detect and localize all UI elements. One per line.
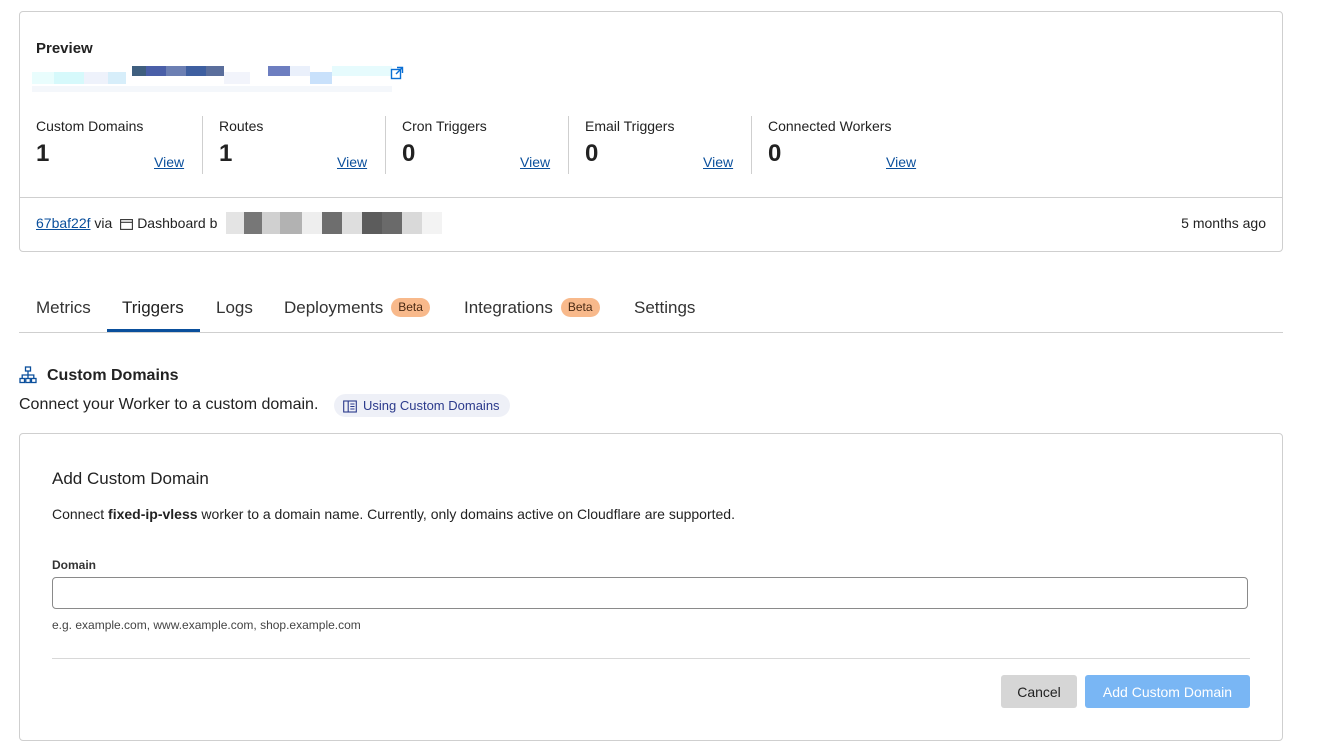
- stat-divider: [385, 116, 386, 174]
- worker-summary-card: Preview Custom Domains 1 View Routes 1 V…: [19, 11, 1283, 252]
- add-custom-domain-form: Add Custom Domain Connect fixed-ip-vless…: [19, 433, 1283, 741]
- stat-label: Cron Triggers: [402, 118, 487, 134]
- form-description: Connect fixed-ip-vless worker to a domai…: [52, 506, 735, 522]
- tab-settings[interactable]: Settings: [634, 286, 695, 331]
- section-title-text: Custom Domains: [47, 367, 179, 384]
- tab-integrations[interactable]: Integrations Beta: [464, 286, 600, 331]
- via-text: via: [94, 215, 113, 231]
- preview-url-redacted[interactable]: [32, 62, 392, 96]
- beta-badge: Beta: [560, 298, 600, 317]
- domain-input[interactable]: [52, 577, 1248, 609]
- active-tab-indicator: [107, 329, 200, 332]
- beta-badge: Beta: [391, 298, 430, 317]
- stat-custom-domains: Custom Domains 1 View: [36, 116, 188, 176]
- view-routes-link[interactable]: View: [337, 154, 367, 170]
- docs-link-using-custom-domains[interactable]: Using Custom Domains: [334, 394, 510, 417]
- deploy-source: Dashboard b: [137, 215, 218, 231]
- stat-value: 0: [768, 140, 782, 167]
- stat-divider: [202, 116, 203, 174]
- worker-name: fixed-ip-vless: [108, 506, 198, 522]
- stat-value: 0: [402, 140, 416, 167]
- domain-hint: e.g. example.com, www.example.com, shop.…: [52, 618, 361, 632]
- card-divider: [20, 197, 1282, 198]
- stat-email-triggers: Email Triggers 0 View: [585, 116, 737, 176]
- worker-tabs: Metrics Triggers Logs Deployments Beta In…: [19, 286, 1283, 333]
- stat-label: Routes: [219, 118, 264, 134]
- view-connected-workers-link[interactable]: View: [886, 154, 916, 170]
- stat-label: Custom Domains: [36, 118, 144, 134]
- domain-field-label: Domain: [52, 558, 97, 572]
- section-description: Connect your Worker to a custom domain.: [19, 396, 319, 413]
- stat-value: 1: [219, 140, 233, 167]
- stat-divider: [751, 116, 752, 174]
- form-divider: [52, 658, 1250, 659]
- preview-title: Preview: [36, 40, 93, 57]
- tab-deployments[interactable]: Deployments Beta: [284, 286, 430, 331]
- tab-triggers[interactable]: Triggers: [122, 286, 184, 331]
- tab-metrics[interactable]: Metrics: [36, 286, 91, 331]
- deployment-info: 67baf22f via Dashboard b 5 months ago: [36, 212, 1266, 237]
- deploy-time-ago: 5 months ago: [1181, 215, 1266, 231]
- calendar-icon: [120, 219, 134, 230]
- trigger-stats: Custom Domains 1 View Routes 1 View Cron…: [20, 116, 940, 176]
- stat-routes: Routes 1 View: [219, 116, 371, 176]
- stat-value: 1: [36, 140, 50, 167]
- stat-label: Connected Workers: [768, 118, 892, 134]
- view-custom-domains-link[interactable]: View: [154, 154, 184, 170]
- network-icon: [19, 366, 37, 384]
- book-icon: [343, 400, 357, 413]
- external-link-icon[interactable]: [390, 66, 404, 80]
- form-title: Add Custom Domain: [52, 469, 209, 488]
- redacted-author: [226, 212, 458, 237]
- docs-link-label: Using Custom Domains: [363, 398, 500, 413]
- stat-cron-triggers: Cron Triggers 0 View: [402, 116, 554, 176]
- tab-logs[interactable]: Logs: [216, 286, 253, 331]
- stat-label: Email Triggers: [585, 118, 675, 134]
- cancel-button[interactable]: Cancel: [1001, 675, 1077, 708]
- stat-connected-workers: Connected Workers 0 View: [768, 116, 920, 176]
- view-email-triggers-link[interactable]: View: [703, 154, 733, 170]
- add-custom-domain-button[interactable]: Add Custom Domain: [1085, 675, 1250, 708]
- commit-hash-link[interactable]: 67baf22f: [36, 215, 91, 231]
- view-cron-triggers-link[interactable]: View: [520, 154, 550, 170]
- stat-value: 0: [585, 140, 599, 167]
- stat-divider: [568, 116, 569, 174]
